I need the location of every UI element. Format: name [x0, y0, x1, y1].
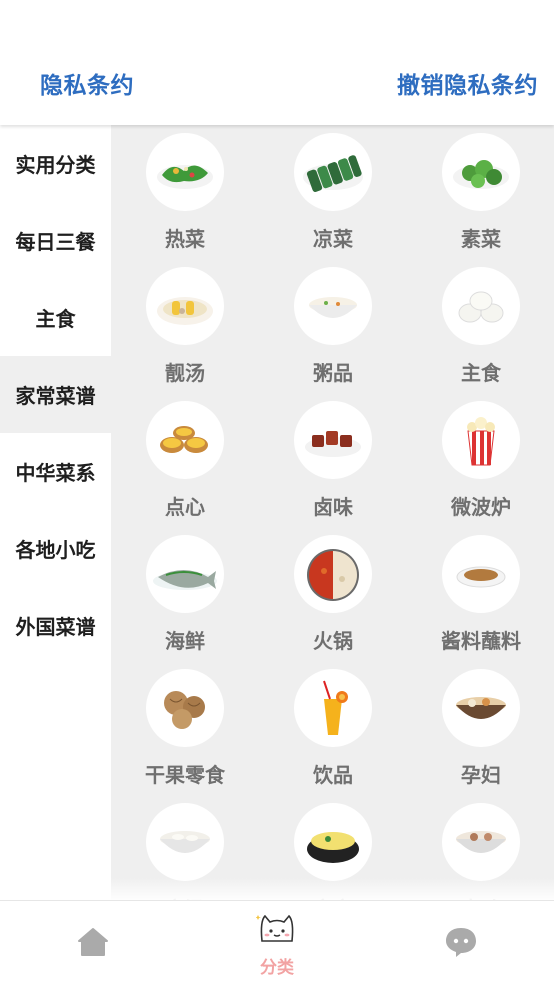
- category-sidebar: 实用分类 每日三餐 主食 家常菜谱 中华菜系 各地小吃 外国菜谱: [0, 125, 111, 900]
- category-item[interactable]: 靓汤: [111, 267, 259, 401]
- sidebar-item-home-recipes[interactable]: 家常菜谱: [0, 356, 111, 433]
- porridge-bowl-icon: [294, 267, 372, 345]
- category-item[interactable]: 卤味: [259, 401, 407, 535]
- category-item[interactable]: 孕妇: [407, 669, 554, 803]
- category-item[interactable]: 凉菜: [259, 133, 407, 267]
- green-vegetables-icon: [442, 133, 520, 211]
- juice-drink-icon: [294, 669, 372, 747]
- stone-pot-stew-icon: [294, 803, 372, 881]
- category-item[interactable]: 饮品: [259, 669, 407, 803]
- nav-category-label: 分类: [260, 957, 294, 978]
- nav-home[interactable]: [33, 901, 153, 986]
- dumpling-soup-icon: [146, 803, 224, 881]
- category-item[interactable]: 热菜: [111, 133, 259, 267]
- category-item[interactable]: 海鲜: [111, 535, 259, 669]
- category-item[interactable]: 点心: [111, 401, 259, 535]
- category-grid-area: 热菜 凉菜 素菜 靓汤 粥品 主食 点心 卤味 微波炉 海鲜 火锅 酱料蘸料 干…: [111, 125, 554, 900]
- top-bar: 隐私条约 撤销隐私条约: [0, 0, 554, 125]
- sidebar-item-staple[interactable]: 主食: [0, 279, 111, 356]
- privacy-policy-link[interactable]: 隐私条约: [40, 66, 134, 100]
- cucumber-slices-icon: [294, 133, 372, 211]
- chat-bubble-icon: [444, 926, 478, 962]
- category-item[interactable]: 酱料蘸料: [407, 535, 554, 669]
- meat-soup-icon: [442, 803, 520, 881]
- nav-category[interactable]: 分类: [217, 901, 337, 986]
- popcorn-icon: [442, 401, 520, 479]
- egg-tarts-icon: [146, 401, 224, 479]
- steamed-fish-icon: [146, 535, 224, 613]
- steamed-buns-icon: [442, 267, 520, 345]
- nourishing-soup-icon: [442, 669, 520, 747]
- category-item[interactable]: 火锅: [259, 535, 407, 669]
- cat-face-icon: [255, 911, 298, 949]
- braised-meat-icon: [294, 401, 372, 479]
- revoke-privacy-link[interactable]: 撤销隐私条约: [397, 66, 538, 100]
- walnuts-icon: [146, 669, 224, 747]
- category-item[interactable]: 粥品: [259, 267, 407, 401]
- category-item[interactable]: 素菜: [407, 133, 554, 267]
- home-icon: [77, 926, 109, 962]
- sidebar-item-foreign-recipes[interactable]: 外国菜谱: [0, 587, 111, 664]
- corn-soup-icon: [146, 267, 224, 345]
- sidebar-item-daily-meals[interactable]: 每日三餐: [0, 202, 111, 279]
- stir-fried-greens-icon: [146, 133, 224, 211]
- category-item[interactable]: 主食: [407, 267, 554, 401]
- nav-chat[interactable]: [401, 901, 521, 986]
- sauce-dip-icon: [442, 535, 520, 613]
- sidebar-item-practical[interactable]: 实用分类: [0, 125, 111, 202]
- category-item[interactable]: 干果零食: [111, 669, 259, 803]
- category-item[interactable]: 微波炉: [407, 401, 554, 535]
- sidebar-item-local-snacks[interactable]: 各地小吃: [0, 510, 111, 587]
- sidebar-item-chinese-cuisine[interactable]: 中华菜系: [0, 433, 111, 510]
- scroll-fade: [111, 878, 554, 900]
- bottom-nav: 分类: [0, 900, 554, 986]
- hotpot-icon: [294, 535, 372, 613]
